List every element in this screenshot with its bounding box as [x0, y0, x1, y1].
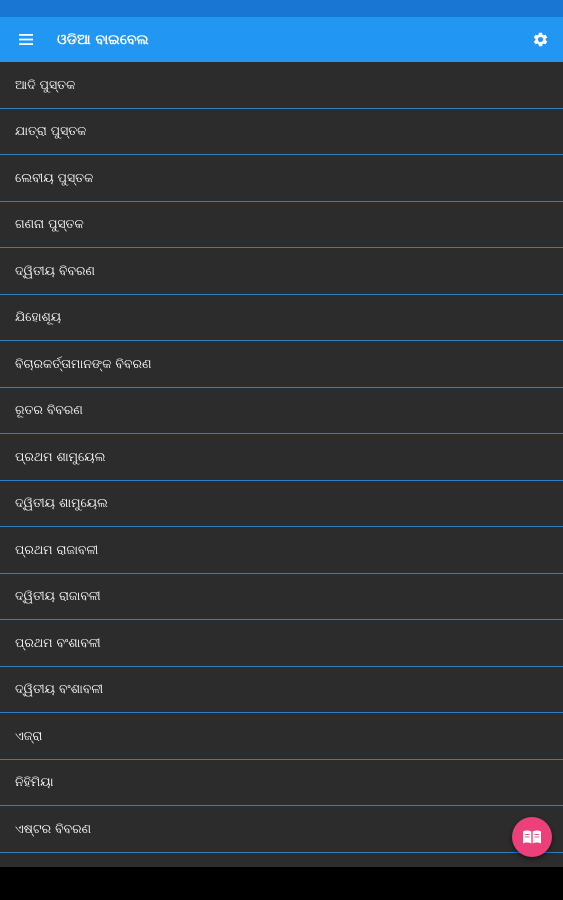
gear-icon	[533, 32, 547, 47]
book-item[interactable]: ଦ୍ୱିତୀୟ ବିବରଣ	[0, 248, 563, 295]
book-item[interactable]: ଯାତ୍ରା ପୁସ୍ତକ	[0, 109, 563, 155]
navigation-bar	[0, 867, 563, 900]
book-item[interactable]: ଦ୍ୱିତୀୟ ବଂଶାବଳୀ	[0, 667, 563, 713]
book-item[interactable]: ଦ୍ୱିତୀୟ ଶାମୁୟେଲ	[0, 481, 563, 527]
book-item-label: ପ୍ରଥମ ଶାମୁୟେଲ	[15, 448, 106, 464]
open-book-fab[interactable]	[512, 817, 552, 857]
book-item-label: ଯିହୋଶୂୟ	[15, 309, 62, 325]
book-item[interactable]: ପ୍ରଥମ ବଂଶାବଳୀ	[0, 620, 563, 667]
app-title: ଓଡିଆ ବାଇବେଲ	[57, 31, 149, 48]
book-item[interactable]: ଲେବୀୟ ପୁସ୍ତକ	[0, 155, 563, 202]
hamburger-menu-icon	[19, 34, 33, 45]
book-item[interactable]: ନିହିମିୟା	[0, 760, 563, 806]
open-book-icon	[523, 830, 541, 844]
book-item-label: ପ୍ରଥମ ରାଜାବଳୀ	[15, 541, 99, 557]
menu-button[interactable]	[13, 27, 39, 53]
book-item-label: ଆଦି ପୁସ୍ତକ	[15, 76, 76, 92]
book-item-label: ନିହିମିୟା	[15, 774, 54, 790]
status-bar	[0, 0, 563, 17]
book-item-label: ଏଜ୍ରା	[15, 727, 43, 743]
book-item[interactable]: ପ୍ରଥମ ରାଜାବଳୀ	[0, 527, 563, 574]
book-item[interactable]: ବିଚାରକର୍ତ୍ତାମାନଙ୍କ ବିବରଣ	[0, 341, 563, 388]
book-item[interactable]: ଦ୍ୱିତୀୟ ରାଜାବଳୀ	[0, 574, 563, 620]
book-item-label: ଦ୍ୱିତୀୟ ବିବରଣ	[15, 262, 95, 278]
book-item-label: ଗଣନା ପୁସ୍ତକ	[15, 216, 84, 232]
book-item-label: ଏଷ୍ଟର ବିବରଣ	[15, 820, 92, 836]
book-item[interactable]: ପ୍ରଥମ ଶାମୁୟେଲ	[0, 434, 563, 481]
book-item[interactable]: ଏଜ୍ରା	[0, 713, 563, 760]
book-item-label: ରୂତର ବିବରଣ	[15, 402, 83, 418]
app-bar: ଓଡିଆ ବାଇବେଲ	[0, 17, 563, 62]
book-item[interactable]: ଏଷ୍ଟର ବିବରଣ	[0, 806, 563, 853]
book-item-label: ପ୍ରଥମ ବଂଶାବଳୀ	[15, 634, 101, 650]
book-item[interactable]: ଆଦି ପୁସ୍ତକ	[0, 62, 563, 109]
book-item-label: ବିଚାରକର୍ତ୍ତାମାନଙ୍କ ବିବରଣ	[15, 355, 152, 371]
book-item[interactable]: ଯିହୋଶୂୟ	[0, 295, 563, 341]
book-item[interactable]: ଗଣନା ପୁସ୍ତକ	[0, 202, 563, 248]
settings-button[interactable]	[527, 27, 553, 53]
book-list: ଆଦି ପୁସ୍ତକ ଯାତ୍ରା ପୁସ୍ତକ ଲେବୀୟ ପୁସ୍ତକ ଗଣ…	[0, 62, 563, 867]
book-item-label: ଲେବୀୟ ପୁସ୍ତକ	[15, 169, 94, 185]
book-item-label: ଯାତ୍ରା ପୁସ୍ତକ	[15, 123, 87, 139]
book-item-label: ଦ୍ୱିତୀୟ ରାଜାବଳୀ	[15, 588, 101, 604]
book-item-label: ଦ୍ୱିତୀୟ ଶାମୁୟେଲ	[15, 495, 108, 511]
screen: ଓଡିଆ ବାଇବେଲ ଆଦି ପୁସ୍ତକ ଯାତ୍ରା ପୁସ୍ତକ ଲେବ…	[0, 0, 563, 900]
book-item[interactable]: ରୂତର ବିବରଣ	[0, 388, 563, 434]
book-item-label: ଦ୍ୱିତୀୟ ବଂଶାବଳୀ	[15, 681, 104, 697]
